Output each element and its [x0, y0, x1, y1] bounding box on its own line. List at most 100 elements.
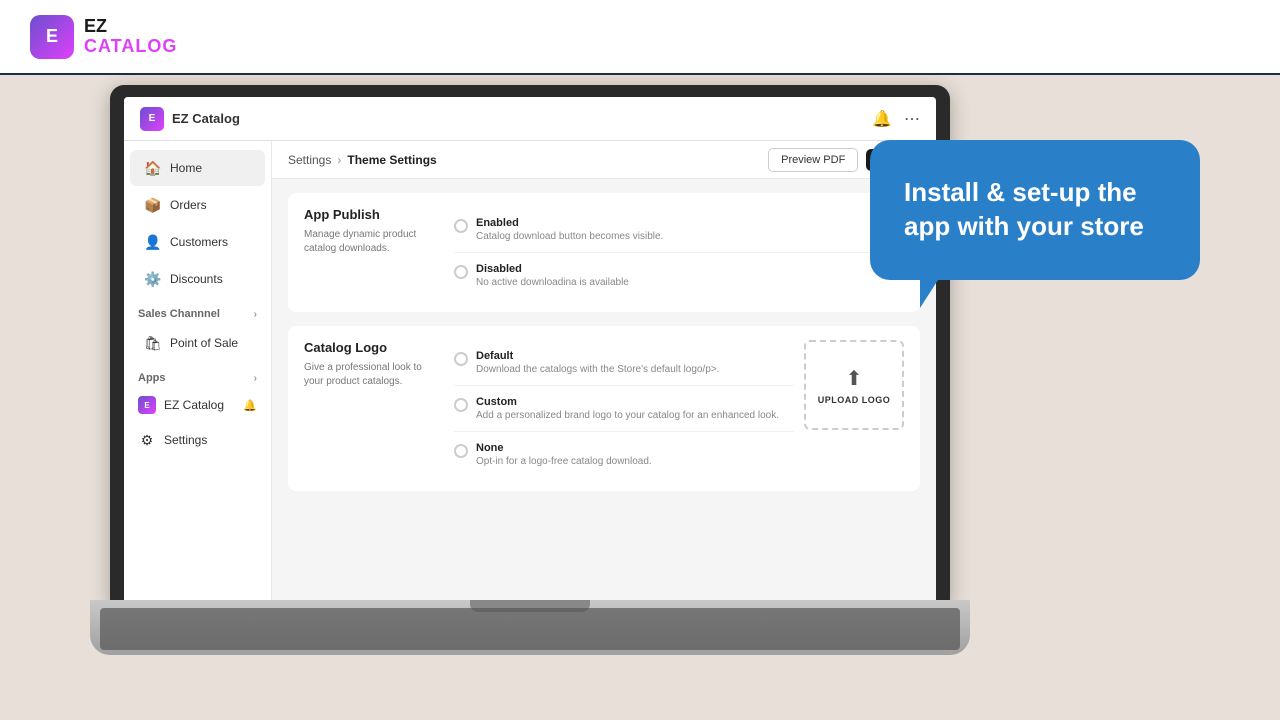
apps-label: Apps: [138, 372, 166, 384]
sidebar-item-settings[interactable]: ⚙ Settings: [124, 422, 271, 458]
app-publish-body: App Publish Manage dynamic product catal…: [288, 193, 920, 312]
laptop: E EZ Catalog 🔔 ⋯ 🏠 Home: [110, 85, 950, 655]
radio-default-label: Default: [476, 350, 719, 362]
radio-custom-text: Custom Add a personalized brand logo to …: [476, 396, 779, 421]
app-body: 🏠 Home 📦 Orders 👤 Customers ⚙️ Discounts: [124, 141, 936, 605]
sidebar-item-pos[interactable]: 🛍 Point of Sale: [130, 325, 265, 361]
bell-icon[interactable]: 🔔: [872, 109, 892, 129]
radio-custom-circle[interactable]: [454, 398, 468, 412]
main-content: Settings › Theme Settings Preview PDF Sa…: [272, 141, 936, 605]
sidebar-label-discounts: Discounts: [170, 272, 223, 286]
sales-channel-arrow: ›: [254, 309, 257, 320]
radio-default-circle[interactable]: [454, 352, 468, 366]
breadcrumb-settings[interactable]: Settings: [288, 153, 331, 167]
radio-default-desc: Download the catalogs with the Store's d…: [476, 364, 719, 375]
radio-none-desc: Opt-in for a logo-free catalog download.: [476, 456, 652, 467]
catalog-logo-desc: Give a professional look to your product…: [304, 361, 432, 389]
logo-options-row: Default Download the catalogs with the S…: [454, 340, 904, 477]
sidebar-label-home: Home: [170, 161, 202, 175]
orders-icon: 📦: [144, 196, 162, 214]
catalog-logo-title: Catalog Logo: [304, 340, 432, 355]
sidebar-bell-icon: 🔔: [243, 399, 257, 412]
sales-channel-section: Sales Channnel ›: [124, 298, 271, 324]
laptop-screen: E EZ Catalog 🔔 ⋯ 🏠 Home: [124, 97, 936, 605]
radio-custom-desc: Add a personalized brand logo to your ca…: [476, 410, 779, 421]
radio-disabled-desc: No active downloadina is available: [476, 277, 629, 288]
laptop-keyboard: [100, 608, 960, 650]
upload-logo-box[interactable]: ⬆ UPLOAD LOGO: [804, 340, 904, 430]
radio-none-circle[interactable]: [454, 444, 468, 458]
catalog-logo-options: Default Download the catalogs with the S…: [444, 340, 904, 477]
sidebar-item-ezcatalog[interactable]: E EZ Catalog 🔔: [124, 389, 271, 421]
radio-default[interactable]: Default Download the catalogs with the S…: [454, 340, 794, 385]
pos-icon: 🛍: [144, 334, 162, 352]
sidebar-label-orders: Orders: [170, 198, 207, 212]
radio-custom[interactable]: Custom Add a personalized brand logo to …: [454, 385, 794, 431]
radio-disabled-label: Disabled: [476, 263, 629, 275]
radio-enabled[interactable]: Enabled Catalog download button becomes …: [454, 207, 904, 252]
breadcrumb-separator: ›: [337, 153, 341, 167]
brand-logo: E EZ CATALOG: [30, 15, 177, 59]
sidebar-label-settings: Settings: [164, 433, 207, 447]
radio-disabled-circle[interactable]: [454, 265, 468, 279]
upload-label: UPLOAD LOGO: [818, 395, 891, 405]
laptop-bezel: E EZ Catalog 🔔 ⋯ 🏠 Home: [110, 85, 950, 605]
app-publish-desc: Manage dynamic product catalog downloads…: [304, 228, 432, 256]
top-bar: E EZ CATALOG: [0, 0, 1280, 75]
catalog-logo-label-col: Catalog Logo Give a professional look to…: [304, 340, 444, 477]
radio-enabled-circle[interactable]: [454, 219, 468, 233]
sidebar-label-customers: Customers: [170, 235, 228, 249]
app-publish-panel: App Publish Manage dynamic product catal…: [288, 193, 920, 312]
catalog-logo-body: Catalog Logo Give a professional look to…: [288, 326, 920, 491]
radio-disabled[interactable]: Disabled No active downloadina is availa…: [454, 252, 904, 298]
preview-pdf-button[interactable]: Preview PDF: [768, 148, 858, 172]
logo-text: EZ CATALOG: [84, 17, 177, 57]
settings-icon: ⚙: [138, 431, 156, 449]
logo-catalog: CATALOG: [84, 37, 177, 57]
radio-custom-label: Custom: [476, 396, 779, 408]
upload-icon: ⬆: [846, 366, 863, 391]
settings-area: App Publish Manage dynamic product catal…: [272, 179, 936, 605]
breadcrumb-theme-settings: Theme Settings: [347, 153, 436, 167]
radio-enabled-text: Enabled Catalog download button becomes …: [476, 217, 663, 242]
app-publish-options: Enabled Catalog download button becomes …: [444, 207, 904, 298]
sidebar-item-customers[interactable]: 👤 Customers: [130, 224, 265, 260]
radio-default-text: Default Download the catalogs with the S…: [476, 350, 719, 375]
app-header: E EZ Catalog 🔔 ⋯: [124, 97, 936, 141]
app-logo: E EZ Catalog: [140, 107, 240, 131]
sidebar-item-discounts[interactable]: ⚙️ Discounts: [130, 261, 265, 297]
app-publish-label-col: App Publish Manage dynamic product catal…: [304, 207, 444, 298]
more-icon[interactable]: ⋯: [904, 109, 920, 129]
radio-none[interactable]: None Opt-in for a logo-free catalog down…: [454, 431, 794, 477]
radio-disabled-text: Disabled No active downloadina is availa…: [476, 263, 629, 288]
discounts-icon: ⚙️: [144, 270, 162, 288]
sidebar-label-pos: Point of Sale: [170, 336, 238, 350]
breadcrumb-bar: Settings › Theme Settings Preview PDF Sa…: [272, 141, 936, 179]
logo-ez: EZ: [84, 17, 177, 37]
app-publish-title: App Publish: [304, 207, 432, 222]
laptop-base: [90, 600, 970, 655]
app-logo-icon: E: [140, 107, 164, 131]
speech-bubble-text: Install & set-up the app with your store: [904, 176, 1166, 244]
breadcrumb: Settings › Theme Settings: [288, 153, 437, 167]
sidebar-item-home[interactable]: 🏠 Home: [130, 150, 265, 186]
sidebar-label-ezcatalog: EZ Catalog: [164, 398, 235, 412]
apps-section: Apps ›: [124, 362, 271, 388]
apps-arrow: ›: [254, 373, 257, 384]
logo-icon: E: [30, 15, 74, 59]
catalog-logo-panel: Catalog Logo Give a professional look to…: [288, 326, 920, 491]
sidebar: 🏠 Home 📦 Orders 👤 Customers ⚙️ Discounts: [124, 141, 272, 605]
customers-icon: 👤: [144, 233, 162, 251]
radio-enabled-desc: Catalog download button becomes visible.: [476, 231, 663, 242]
radio-none-text: None Opt-in for a logo-free catalog down…: [476, 442, 652, 467]
radio-enabled-label: Enabled: [476, 217, 663, 229]
ezcatalog-icon: E: [138, 396, 156, 414]
sidebar-item-orders[interactable]: 📦 Orders: [130, 187, 265, 223]
home-icon: 🏠: [144, 159, 162, 177]
app-name: EZ Catalog: [172, 111, 240, 126]
header-actions: 🔔 ⋯: [872, 109, 920, 129]
logo-options-left: Default Download the catalogs with the S…: [454, 340, 794, 477]
speech-bubble: Install & set-up the app with your store: [870, 140, 1200, 280]
sales-channel-label: Sales Channnel: [138, 308, 220, 320]
radio-none-label: None: [476, 442, 652, 454]
